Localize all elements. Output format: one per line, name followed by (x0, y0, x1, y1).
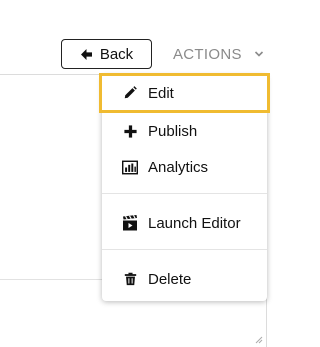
menu-separator (102, 249, 267, 250)
menu-item-delete[interactable]: Delete (102, 261, 267, 297)
arrow-left-icon (80, 48, 93, 61)
menu-separator (102, 193, 267, 194)
menu-item-label: Edit (148, 84, 174, 102)
actions-menu: Edit Publish Analytics Launch Editor Del… (99, 73, 270, 301)
resize-handle-icon[interactable] (255, 336, 263, 344)
back-button-label: Back (99, 45, 134, 63)
menu-item-launch-editor[interactable]: Launch Editor (102, 205, 267, 241)
menu-item-publish[interactable]: Publish (102, 113, 267, 149)
menu-item-label: Analytics (148, 158, 209, 176)
menu-item-analytics[interactable]: Analytics (102, 149, 267, 185)
page: Back ACTIONS Edit Publish Analytics Laun… (0, 0, 304, 347)
actions-dropdown-toggle[interactable]: ACTIONS (173, 42, 264, 66)
chevron-down-icon (254, 49, 264, 59)
actions-label: ACTIONS (173, 45, 242, 63)
bar-chart-icon (122, 159, 138, 175)
menu-item-label: Publish (148, 122, 198, 140)
pencil-icon (122, 85, 138, 101)
back-button[interactable]: Back (61, 39, 152, 69)
menu-item-edit[interactable]: Edit (99, 73, 270, 113)
trash-icon (122, 271, 138, 287)
menu-item-label: Delete (148, 270, 192, 288)
plus-icon (122, 123, 138, 139)
clapperboard-icon (122, 215, 138, 231)
menu-item-label: Launch Editor (148, 214, 241, 232)
